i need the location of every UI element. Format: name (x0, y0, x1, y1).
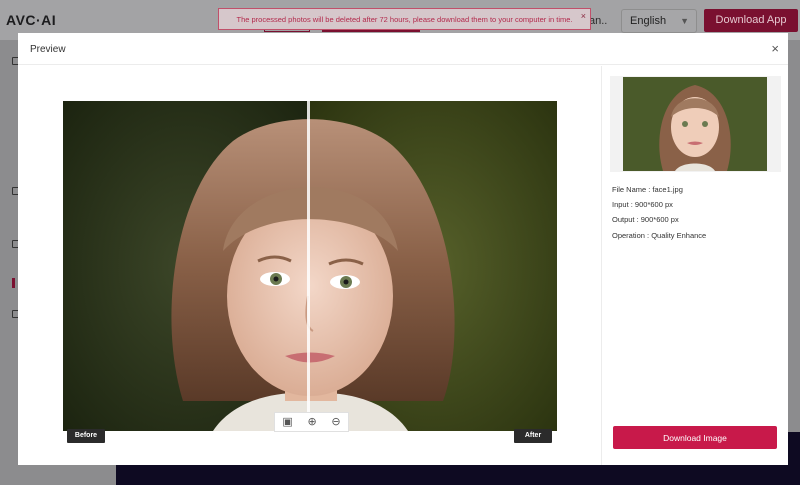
language-label-fragment: an.. (589, 15, 608, 27)
language-select-value: English (630, 15, 667, 27)
operation-text: Operation : Quality Enhance (612, 231, 707, 240)
close-icon[interactable]: × (771, 41, 779, 56)
thumbnail-container (610, 76, 781, 172)
panel-divider (601, 66, 602, 465)
input-size-text: Input : 900*600 px (612, 200, 673, 209)
deletion-notice-toast: The processed photos will be deleted aft… (218, 8, 591, 30)
zoom-in-icon[interactable]: ⊕ (307, 416, 316, 428)
toast-message: The processed photos will be deleted aft… (236, 15, 573, 24)
sidebar-active-indicator (12, 278, 15, 288)
result-thumbnail (623, 77, 767, 171)
language-select[interactable]: English ▼ (621, 9, 697, 33)
before-label: Before (67, 429, 105, 443)
file-name-text: File Name : face1.jpg (612, 185, 683, 194)
zoom-controls: ▣ ⊕ ⊖ (274, 412, 349, 432)
app-logo[interactable]: AVC·AI (6, 12, 56, 28)
after-label: After (514, 429, 552, 443)
preview-modal: Preview × ▣ ⊕ ⊖ Before After File Name:… (18, 33, 788, 465)
output-size-text: Output : 900*600 px (612, 215, 679, 224)
zoom-out-icon[interactable]: ⊖ (331, 416, 340, 428)
portrait-image (63, 101, 557, 431)
download-image-button[interactable]: Download Image (613, 426, 777, 449)
download-app-button[interactable]: Download App (704, 9, 798, 32)
before-after-compare[interactable] (63, 101, 557, 431)
fit-screen-icon[interactable]: ▣ (282, 416, 292, 428)
chevron-down-icon: ▼ (680, 16, 689, 26)
modal-title: Preview (30, 44, 66, 55)
modal-header: Preview × (18, 33, 788, 65)
toast-close-icon[interactable]: × (581, 11, 586, 21)
compare-split-handle[interactable] (307, 101, 310, 431)
